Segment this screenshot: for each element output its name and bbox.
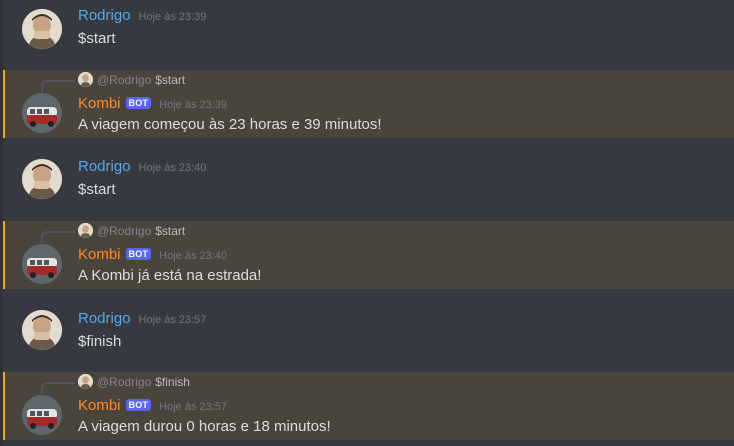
message-content: $finish [78,333,122,350]
reply-connector [41,80,75,92]
author-name[interactable]: Rodrigo [78,158,131,175]
message-item-reply: @Rodrigo $start Kombi BOT Hoje às 23:40 … [3,221,734,289]
message-content: A viagem durou 0 horas e 18 minutos! [78,418,331,435]
message-item: Rodrigo Hoje às 23:57 $finish [3,289,734,372]
message-timestamp: Hoje às 23:39 [138,11,207,23]
reply-avatar [78,72,93,87]
message-timestamp: Hoje às 23:57 [159,401,228,413]
bot-avatar[interactable] [22,93,62,133]
reply-avatar [78,223,93,238]
reply-mention[interactable]: @Rodrigo [97,375,151,389]
reply-mention[interactable]: @Rodrigo [97,224,151,238]
reply-text: $start [155,72,186,87]
author-name[interactable]: Kombi [78,246,121,263]
author-name[interactable]: Rodrigo [78,7,131,24]
message-content: $start [78,30,116,47]
reply-text: $start [155,223,186,238]
bot-tag: BOT [125,97,152,109]
message-content: A Kombi já está na estrada! [78,267,262,284]
reply-avatar [78,374,93,389]
reply-preview[interactable]: @Rodrigo $finish [78,374,190,389]
user-avatar[interactable] [22,9,62,49]
author-name[interactable]: Kombi [78,397,121,414]
message-item: Rodrigo Hoje às 23:40 $start [3,138,734,221]
message-timestamp: Hoje às 23:40 [138,162,207,174]
reply-preview[interactable]: @Rodrigo $start [78,223,185,238]
bot-avatar[interactable] [22,395,62,435]
reply-preview[interactable]: @Rodrigo $start [78,72,185,87]
message-timestamp: Hoje às 23:40 [159,250,228,262]
message-item-reply: @Rodrigo $start Kombi BOT Hoje às 23:39 … [3,70,734,138]
bot-tag: BOT [125,248,152,260]
message-content: $start [78,181,116,198]
message-item-reply: @Rodrigo $finish Kombi BOT Hoje às 23:57… [3,372,734,440]
bot-avatar[interactable] [22,244,62,284]
user-avatar[interactable] [22,310,62,350]
reply-text: $finish [155,374,190,389]
user-avatar[interactable] [22,159,62,199]
message-content: A viagem começou às 23 horas e 39 minuto… [78,116,382,133]
reply-connector [41,231,75,243]
author-name[interactable]: Rodrigo [78,310,131,327]
message-timestamp: Hoje às 23:39 [159,99,228,111]
message-timestamp: Hoje às 23:57 [138,314,207,326]
author-name[interactable]: Kombi [78,95,121,112]
message-item: Rodrigo Hoje às 23:39 $start [3,0,734,70]
reply-mention[interactable]: @Rodrigo [97,73,151,87]
bot-tag: BOT [125,399,152,411]
reply-connector [41,382,75,394]
